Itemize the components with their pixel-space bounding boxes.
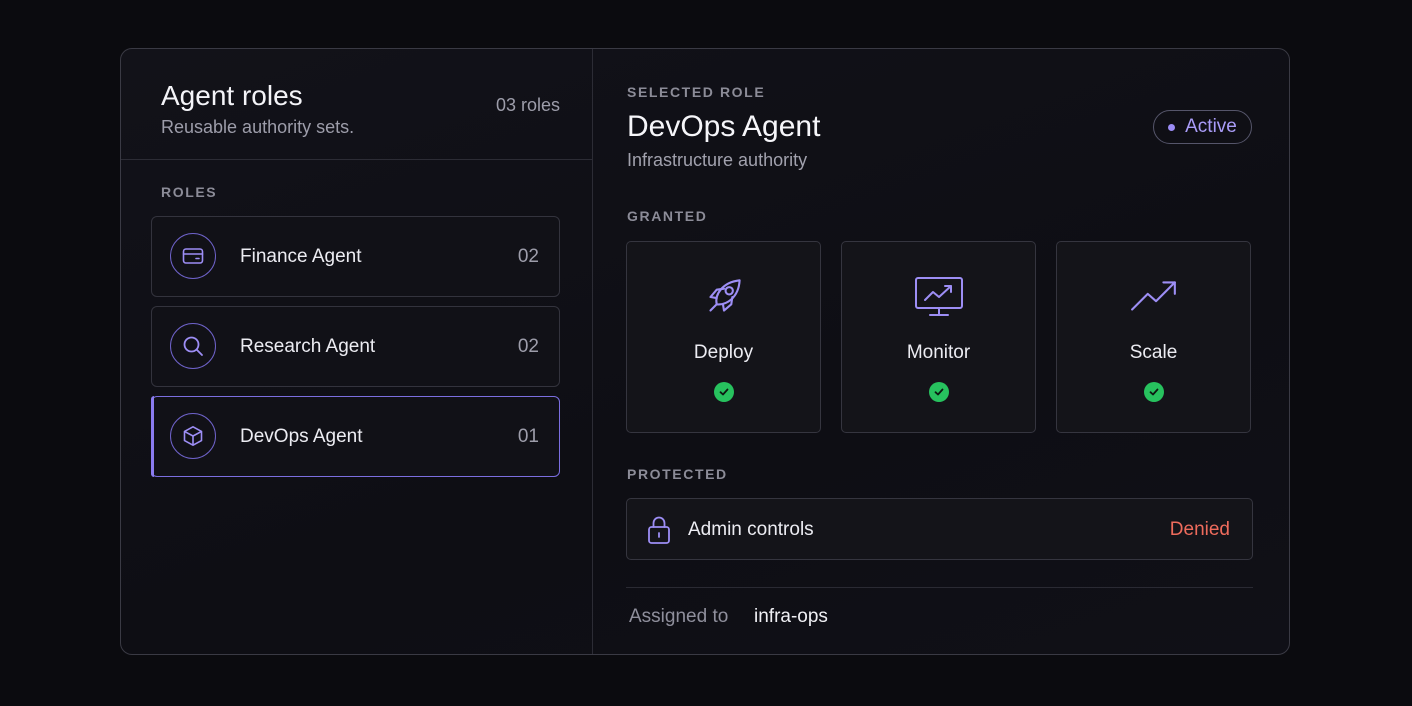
permission-card-scale: Scale [1056,241,1251,433]
granted-section-label: GRANTED [627,208,708,224]
cube-icon [170,413,216,459]
permission-card-deploy: Deploy [626,241,821,433]
protected-item-admin-controls: Admin controls Denied [626,498,1253,560]
role-item-devops-agent[interactable]: DevOps Agent 01 [151,396,560,477]
selected-role-title: DevOps Agent [627,110,821,143]
assigned-to-label: Assigned to [629,606,729,627]
credit-card-icon [170,233,216,279]
status-badge: Active [1153,110,1252,144]
divider [626,587,1253,588]
permission-label: Deploy [693,342,754,363]
role-count: 01 [517,426,539,447]
permission-card-monitor: Monitor [841,241,1036,433]
trend-up-icon [1129,272,1179,327]
search-icon [170,323,216,369]
role-name: DevOps Agent [240,426,363,447]
roles-panel-title: Agent roles [161,80,303,111]
role-count: 02 [517,336,539,357]
check-icon [928,382,949,402]
permission-label: Scale [1129,342,1178,363]
role-name: Research Agent [240,336,376,357]
monitor-chart-icon [913,272,965,327]
assigned-to-value: infra-ops [754,606,828,627]
roles-section-label: ROLES [161,184,218,200]
role-item-research-agent[interactable]: Research Agent 02 [151,306,560,387]
role-name: Finance Agent [240,246,362,267]
status-dot-icon [1168,123,1176,131]
protected-section-label: PROTECTED [627,466,728,482]
roles-panel-subtitle: Reusable authority sets. [161,117,355,137]
roles-count: 03 roles [495,95,560,115]
status-badge-text: Active [1185,116,1237,137]
role-count: 02 [517,246,539,267]
check-icon [713,382,734,402]
denied-status: Denied [1169,519,1230,540]
lock-icon [647,515,671,550]
roles-panel-header: Agent roles Reusable authority sets. 03 … [121,49,592,160]
rocket-icon [699,272,749,327]
protected-item-label: Admin controls [688,519,814,540]
role-item-finance-agent[interactable]: Finance Agent 02 [151,216,560,297]
permission-label: Monitor [906,342,971,363]
agent-roles-card: Agent roles Reusable authority sets. 03 … [120,48,1290,655]
selected-role-subtitle: Infrastructure authority [627,150,808,170]
roles-panel: Agent roles Reusable authority sets. 03 … [121,49,593,654]
role-detail-panel: SELECTED ROLE DevOps Agent Infrastructur… [593,49,1289,654]
selected-role-label: SELECTED ROLE [627,84,766,100]
check-icon [1143,382,1164,402]
